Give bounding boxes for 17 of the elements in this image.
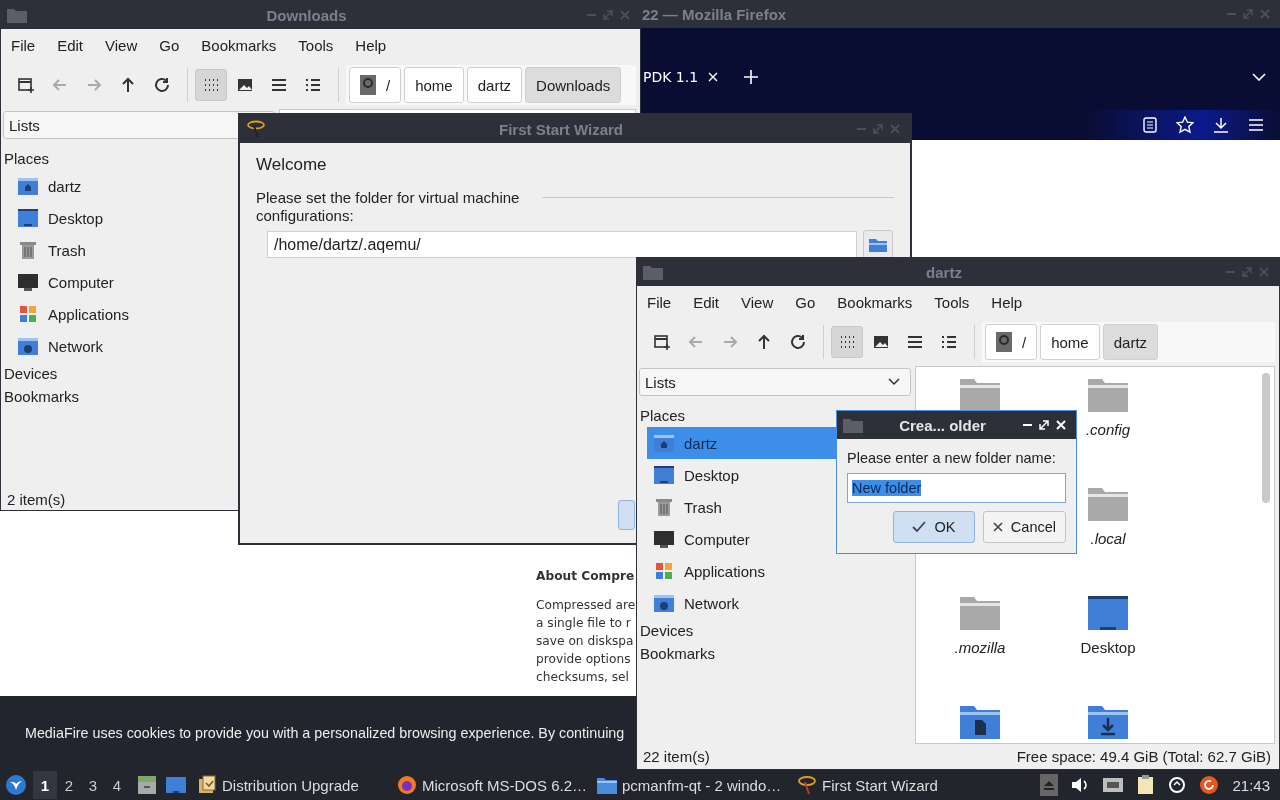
window-title: Downloads xyxy=(265,6,348,24)
window-title: First Start Wizard xyxy=(497,120,625,138)
status-text: 22 item(s) xyxy=(643,748,710,765)
free-space-text: Free space: 49.4 GiB (Total: 62.7 GiB) xyxy=(1016,748,1271,765)
article-text: save on diskspa xyxy=(536,633,634,650)
article-heading: About Compre xyxy=(536,568,635,585)
article-text: checksums, sel xyxy=(536,669,629,686)
article-text: a single file to r xyxy=(536,615,631,632)
window-title: 22 — Mozilla Firefox xyxy=(642,5,788,23)
status-text: 2 item(s) xyxy=(7,490,66,508)
wizard-heading: Welcome xyxy=(256,155,328,175)
article-text: provide options xyxy=(536,651,631,668)
window-title: dartz xyxy=(925,263,963,281)
cookie-text: MediaFire uses cookies to provide you with a personalized browsing experience. By continuing xyxy=(25,725,625,741)
article-text: Compressed are xyxy=(536,597,636,614)
clock: 21:43 xyxy=(1232,776,1270,794)
folder-label: Please set the folder for virtual machine configurations: xyxy=(256,189,521,225)
